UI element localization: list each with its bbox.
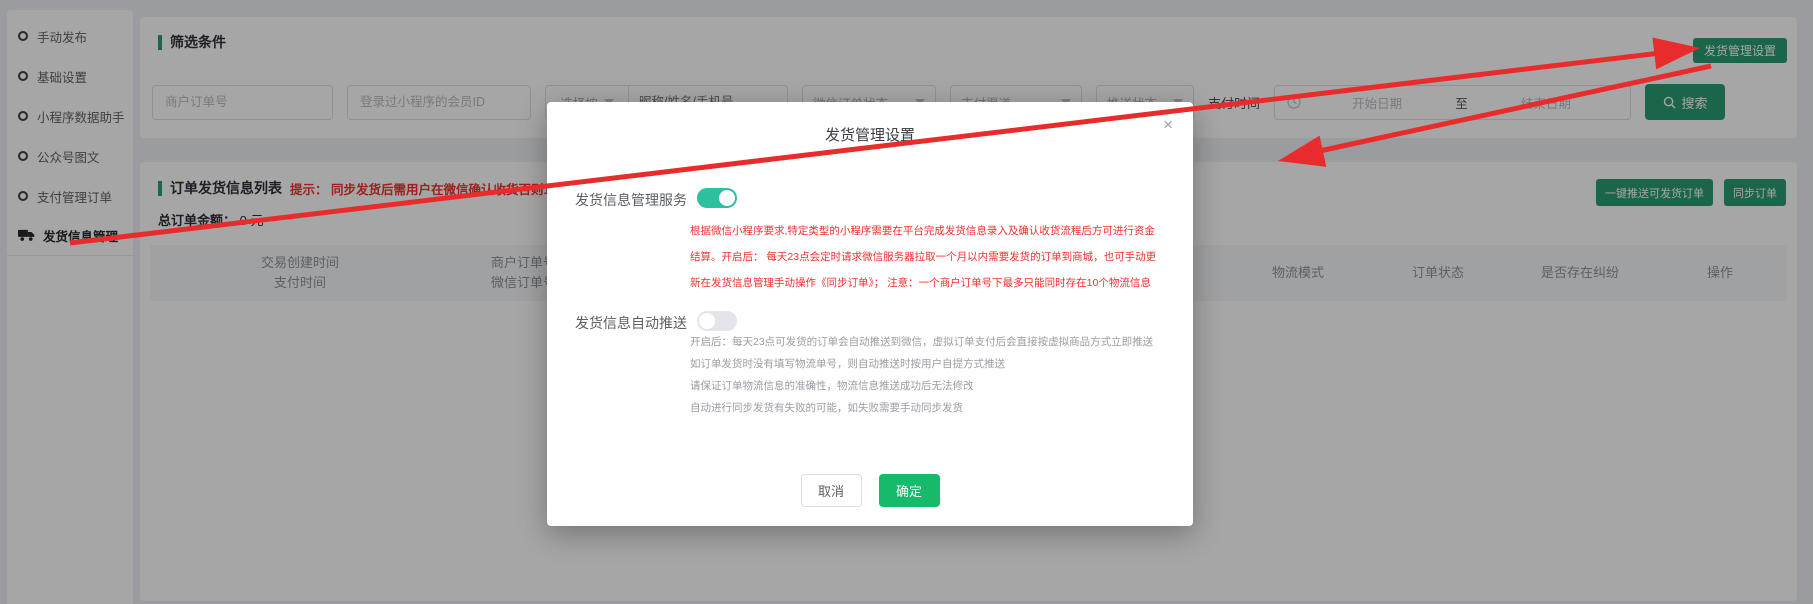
toggle-knob <box>699 313 715 329</box>
auto-push-toggle-label: 发货信息自动推送 <box>575 313 687 333</box>
modal-title: 发货管理设置 <box>547 124 1193 145</box>
service-toggle[interactable] <box>697 188 737 208</box>
shipping-settings-modal: 发货管理设置 × 发货信息管理服务 根据微信小程序要求,特定类型的小程序需要在平… <box>547 102 1193 526</box>
auto-push-toggle[interactable] <box>697 311 737 331</box>
cancel-button[interactable]: 取消 <box>801 474 862 507</box>
modal-buttons: 取消 确定 <box>547 474 1193 507</box>
close-icon[interactable]: × <box>1163 116 1173 133</box>
toggle-knob <box>719 190 735 206</box>
service-description: 根据微信小程序要求,特定类型的小程序需要在平台完成发货信息录入及确认收货流程后方… <box>690 218 1156 296</box>
service-toggle-label: 发货信息管理服务 <box>575 190 687 210</box>
page: 手动发布 基础设置 小程序数据助手 公众号图文 支付管理订单 发货信息管理 <box>0 0 1813 604</box>
auto-push-description: 开启后：每天23点可发货的订单会自动推送到微信，虚拟订单支付后会直接按虚拟商品方… <box>690 331 1153 419</box>
confirm-button[interactable]: 确定 <box>879 474 940 507</box>
